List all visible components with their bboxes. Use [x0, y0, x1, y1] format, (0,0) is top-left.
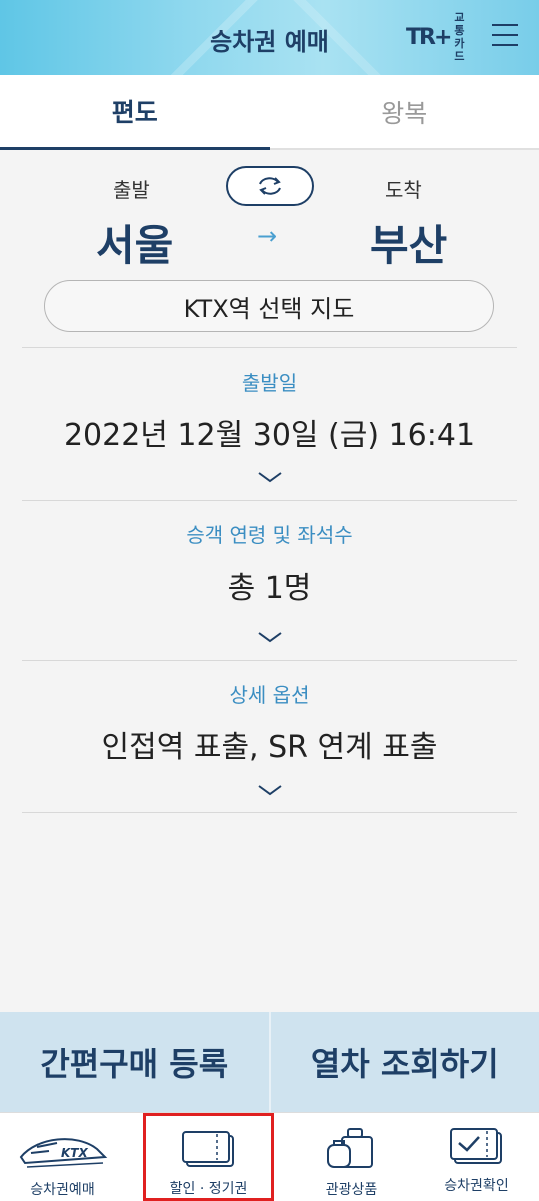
nav-tour-products-label: 관광상품 [325, 1182, 378, 1198]
ticket-check-icon [449, 1128, 502, 1164]
passenger-label: 승객 연령 및 좌석수 [186, 523, 353, 547]
arrival-label: 도착 [385, 178, 422, 202]
hamburger-menu-icon[interactable] [492, 24, 518, 48]
transport-card-button[interactable]: TR+ 교통 카드 [406, 11, 468, 63]
transport-card-label: 교통 카드 [454, 11, 465, 63]
tab-one-way[interactable]: 편도 [0, 75, 270, 150]
bottom-navigation: KTX 승차권예매 할인 · 정기권 관광상품 승차권확인 [0, 1112, 539, 1201]
departure-station[interactable]: 서울 [96, 212, 173, 273]
search-trains-button[interactable]: 열차 조회하기 [268, 1012, 539, 1112]
tab-round-trip[interactable]: 왕복 [269, 75, 539, 150]
options-label: 상세 옵션 [229, 683, 310, 707]
nav-ticket-check-label: 승차권확인 [444, 1178, 509, 1194]
nav-discount-pass[interactable]: 할인 · 정기권 [143, 1113, 274, 1201]
quick-purchase-button[interactable]: 간편구매 등록 [0, 1012, 269, 1112]
route-arrow-icon: → [257, 222, 278, 250]
chevron-down-icon [258, 785, 282, 796]
transport-card-logo-icon: TR+ [406, 24, 452, 50]
nav-discount-pass-label: 할인 · 정기권 [169, 1181, 248, 1197]
chevron-down-icon [258, 632, 282, 643]
app-header: 승차권 예매 TR+ 교통 카드 [0, 0, 539, 75]
ticket-icon [181, 1131, 234, 1167]
divider [22, 347, 517, 348]
departure-date-label: 출발일 [241, 371, 298, 395]
nav-ticket-check[interactable]: 승차권확인 [414, 1113, 539, 1201]
divider [22, 500, 517, 501]
arrival-station[interactable]: 부산 [370, 212, 447, 273]
departure-date-value: 2022년 12월 30일 (금) 16:41 [63, 418, 476, 453]
action-buttons: 간편구매 등록 열차 조회하기 [0, 1012, 539, 1112]
options-value: 인접역 표출, SR 연계 표출 [101, 730, 438, 765]
trip-type-tabs: 편도 왕복 [0, 75, 539, 150]
station-map-button[interactable]: KTX역 선택 지도 [44, 280, 494, 332]
divider [22, 812, 517, 813]
ktx-train-icon: KTX [19, 1138, 107, 1168]
passenger-value: 총 1명 [227, 571, 312, 606]
nav-ticket-booking-label: 승차권예매 [30, 1182, 95, 1198]
divider [22, 660, 517, 661]
swap-icon [259, 177, 281, 195]
nav-ticket-booking[interactable]: KTX 승차권예매 [0, 1113, 125, 1201]
luggage-icon [326, 1128, 373, 1168]
departure-label: 출발 [113, 178, 150, 202]
chevron-down-icon [258, 472, 282, 483]
swap-stations-button[interactable] [226, 166, 314, 206]
svg-text:KTX: KTX [61, 1146, 88, 1160]
nav-tour-products[interactable]: 관광상품 [289, 1113, 414, 1201]
